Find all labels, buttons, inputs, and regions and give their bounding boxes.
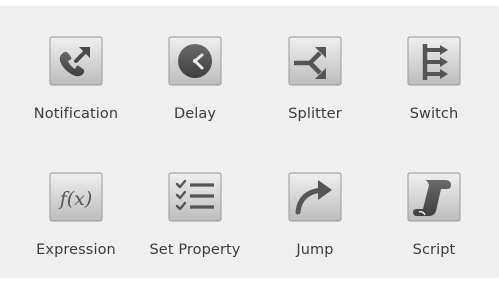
node-script[interactable]: Script xyxy=(372,142,496,278)
node-expression[interactable]: f(x) Expression xyxy=(14,142,138,278)
node-label: Switch xyxy=(409,106,459,122)
node-delay[interactable]: Delay xyxy=(133,6,257,142)
curved-arrow-icon xyxy=(288,172,342,222)
node-splitter[interactable]: Splitter xyxy=(253,6,377,142)
node-notification[interactable]: Notification xyxy=(14,6,138,142)
checklist-icon xyxy=(168,172,222,222)
node-label: Splitter xyxy=(288,106,342,122)
clock-icon xyxy=(168,36,222,86)
node-switch[interactable]: Switch xyxy=(372,6,496,142)
switch-branches-icon xyxy=(407,36,461,86)
node-label: Set Property xyxy=(149,242,241,258)
node-label: Jump xyxy=(296,242,334,258)
split-arrows-icon xyxy=(288,36,342,86)
node-palette: Notification Delay Splitter Switch f(x) … xyxy=(0,6,499,278)
node-label: Script xyxy=(412,242,456,258)
node-label: Expression xyxy=(36,242,116,258)
node-label: Notification xyxy=(33,106,119,122)
phone-arrow-icon xyxy=(49,36,103,86)
node-jump[interactable]: Jump xyxy=(253,142,377,278)
svg-text:f(x): f(x) xyxy=(58,188,93,210)
function-fx-icon: f(x) xyxy=(49,172,103,222)
node-label: Delay xyxy=(173,106,217,122)
scroll-icon xyxy=(407,172,461,222)
node-set-property[interactable]: Set Property xyxy=(133,142,257,278)
